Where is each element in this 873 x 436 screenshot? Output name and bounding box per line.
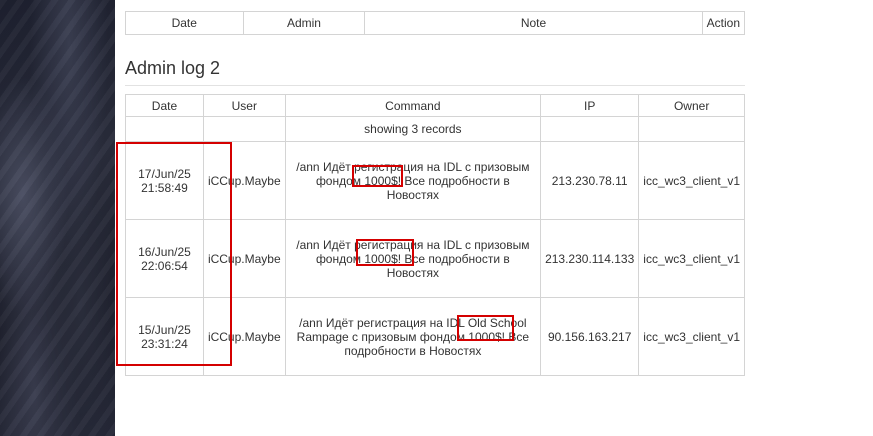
column-header-admin: Admin: [242, 11, 366, 35]
command-cell: /ann Идёт регистрация на IDL Old School …: [284, 297, 542, 376]
column-header-date: Date: [125, 11, 244, 35]
table-row: 15/Jun/25 23:31:24 iCCup.Maybe /ann Идёт …: [125, 297, 745, 376]
ip-cell: 213.230.78.11: [540, 141, 640, 220]
section-divider: [125, 85, 745, 86]
table-header-row: Date Admin Note Action: [125, 11, 746, 35]
owner-cell: icc_wc3_client_v1: [638, 141, 745, 220]
admin-actions-table: Date Admin Note Action: [125, 11, 746, 35]
column-header-user: User: [202, 94, 286, 117]
date-cell: 15/Jun/25 23:31:24: [125, 297, 204, 376]
ip-cell: 90.156.163.217: [540, 297, 640, 376]
column-header-date: Date: [125, 94, 204, 117]
column-header-note: Note: [364, 11, 703, 35]
table-header-row: Date User Command IP Owner: [125, 94, 745, 117]
section-title: Admin log 2: [125, 58, 221, 78]
column-header-owner: Owner: [638, 94, 745, 117]
ip-cell: 213.230.114.133: [540, 219, 640, 298]
command-cell: /ann Идёт регистрация на IDL с призовым …: [284, 219, 542, 298]
column-header-ip: IP: [540, 94, 640, 117]
table-row: 16/Jun/25 22:06:54 iCCup.Maybe /ann Идёт …: [125, 219, 745, 298]
admin-log-table: Date User Command IP Owner showing 3 rec…: [125, 94, 745, 376]
column-header-action: Action: [701, 11, 746, 35]
command-cell: /ann Идёт регистрация на IDL с призовым …: [284, 141, 542, 220]
column-header-command: Command: [284, 94, 542, 117]
user-cell: iCCup.Maybe: [202, 297, 286, 376]
records-count-row: showing 3 records: [125, 116, 745, 142]
table-row: 17/Jun/25 21:58:49 iCCup.Maybe /ann Идёт …: [125, 141, 745, 220]
owner-cell: icc_wc3_client_v1: [638, 219, 745, 298]
owner-cell: icc_wc3_client_v1: [638, 297, 745, 376]
user-cell: iCCup.Maybe: [202, 219, 286, 298]
user-cell: iCCup.Maybe: [202, 141, 286, 220]
records-count: showing 3 records: [284, 116, 542, 142]
date-cell: 17/Jun/25 21:58:49: [125, 141, 204, 220]
background-artwork: [0, 0, 115, 436]
date-cell: 16/Jun/25 22:06:54: [125, 219, 204, 298]
